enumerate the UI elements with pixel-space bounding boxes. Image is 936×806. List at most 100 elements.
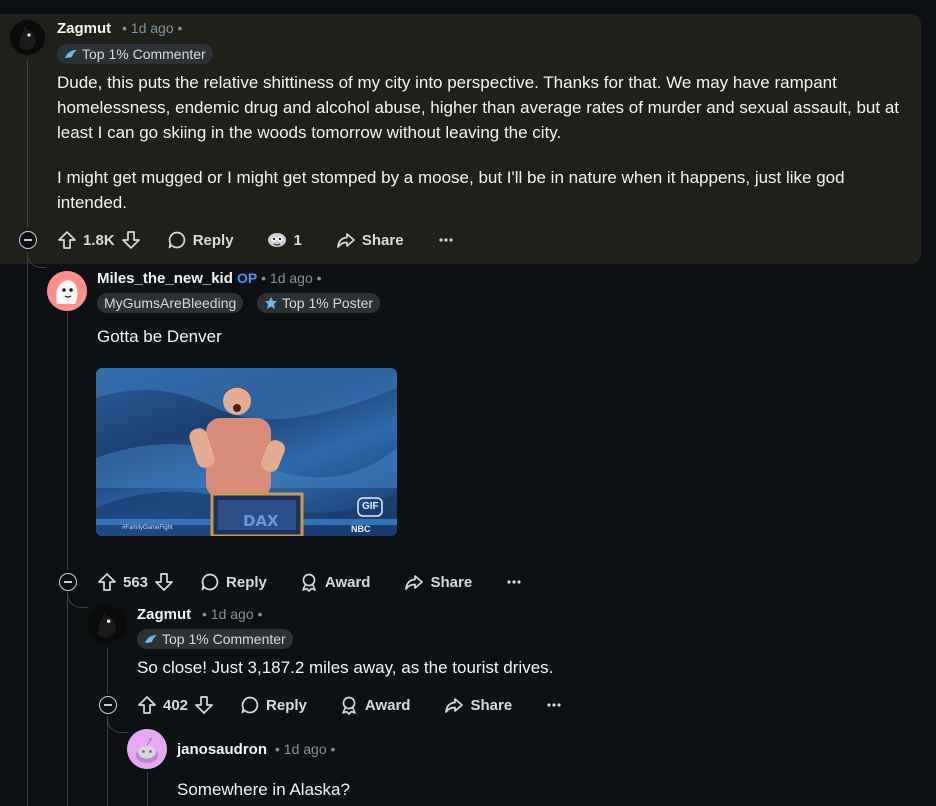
award-button[interactable]: 1 <box>266 230 302 250</box>
collapse-icon[interactable] <box>99 696 117 714</box>
share-button[interactable]: Share <box>336 230 404 250</box>
user-flair: MyGumsAreBleeding <box>97 293 244 313</box>
thread-line <box>107 648 108 694</box>
more-options-button[interactable] <box>546 702 562 708</box>
comment-body-paragraph: I might get mugged or I might get stompe… <box>57 168 845 212</box>
more-options-button[interactable] <box>438 237 454 243</box>
downvote-icon[interactable] <box>121 230 141 250</box>
more-dots-icon <box>438 237 454 243</box>
reply-label: Reply <box>266 696 307 714</box>
comment-action-bar: 402 Reply Award Share <box>137 690 562 720</box>
comment-time: 1d ago <box>210 606 254 622</box>
reply-button[interactable]: Reply <box>167 230 234 250</box>
share-label: Share <box>361 231 404 249</box>
collapse-icon[interactable] <box>59 573 77 591</box>
thread-elbow <box>67 592 88 608</box>
thread-line <box>147 772 148 806</box>
award-label: Award <box>324 573 371 591</box>
comment-meta: • 1d ago • <box>202 606 263 622</box>
vote-count: 1.8K <box>83 231 115 249</box>
award-button[interactable]: Award <box>299 572 371 592</box>
gif-embed[interactable]: GIF DAX #FamilyGameFight NBC <box>96 368 397 536</box>
award-emoji-icon <box>266 230 288 250</box>
share-arrow-icon <box>404 572 424 592</box>
comment-body: Gotta be Denver <box>97 327 222 346</box>
thread-line <box>27 252 28 806</box>
avatar[interactable] <box>88 605 126 643</box>
gif-scene <box>96 368 397 536</box>
flair-label: Top 1% Commenter <box>162 631 286 647</box>
comment-body: Somewhere in Alaska? <box>177 780 350 799</box>
comment-meta: OP • 1d ago • <box>237 270 322 286</box>
award-button[interactable]: Award <box>339 695 411 715</box>
share-arrow-icon <box>336 230 356 250</box>
comment-body: So close! Just 3,187.2 miles away, as th… <box>137 658 554 677</box>
comment-action-bar: 1.8K Reply 1 Share <box>57 225 454 255</box>
comment-meta: • 1d ago • <box>122 20 183 36</box>
collapse-icon[interactable] <box>19 231 37 249</box>
thread-line <box>67 592 68 806</box>
podium-name: DAX <box>243 512 279 530</box>
top-commenter-icon <box>64 48 78 60</box>
avatar[interactable] <box>127 729 167 769</box>
vote-group: 402 <box>137 695 214 715</box>
reply-label: Reply <box>192 231 234 249</box>
vote-group: 1.8K <box>57 230 141 250</box>
upvote-icon[interactable] <box>57 230 77 250</box>
downvote-icon[interactable] <box>194 695 214 715</box>
comment-time: 1d ago <box>283 741 327 757</box>
comment-author[interactable]: Zagmut <box>57 20 111 37</box>
share-button[interactable]: Share <box>404 572 472 592</box>
thread-elbow <box>107 716 128 733</box>
flair-label: Top 1% Commenter <box>82 46 206 62</box>
comment-author[interactable]: Zagmut <box>137 606 191 623</box>
vote-count: 402 <box>163 696 189 714</box>
op-badge: OP <box>237 270 258 286</box>
more-options-button[interactable] <box>506 579 522 585</box>
share-label: Share <box>430 573 473 591</box>
reply-button[interactable]: Reply <box>240 695 307 715</box>
comment-action-bar: 563 Reply Award Share <box>97 567 522 597</box>
comment-time: 1d ago <box>269 270 313 286</box>
upvote-icon[interactable] <box>97 572 117 592</box>
comment-author[interactable]: Miles_the_new_kid <box>97 270 233 287</box>
thread-line <box>107 716 108 806</box>
more-dots-icon <box>546 702 562 708</box>
share-arrow-icon <box>444 695 464 715</box>
top-commenter-flair: Top 1% Commenter <box>57 44 213 64</box>
top-commenter-flair: Top 1% Commenter <box>137 629 293 649</box>
comment-meta: • 1d ago • <box>275 741 336 757</box>
gif-watermark: #FamilyGameFight <box>122 525 173 531</box>
top-commenter-icon <box>144 633 158 645</box>
reply-bubble-icon <box>167 230 187 250</box>
reply-bubble-icon <box>200 572 220 592</box>
share-button[interactable]: Share <box>444 695 512 715</box>
avatar[interactable] <box>10 20 45 55</box>
award-count: 1 <box>293 231 302 249</box>
top-poster-icon <box>264 296 278 310</box>
vote-group: 563 <box>97 572 174 592</box>
comment-author[interactable]: janosaudron <box>177 741 267 758</box>
award-label: Award <box>364 696 411 714</box>
reply-bubble-icon <box>240 695 260 715</box>
award-icon <box>299 572 319 592</box>
downvote-icon[interactable] <box>154 572 174 592</box>
comment-time: 1d ago <box>130 20 174 36</box>
reply-label: Reply <box>226 573 267 591</box>
reply-button[interactable]: Reply <box>200 572 267 592</box>
comment-body-paragraph: Dude, this puts the relative shittiness … <box>57 73 900 142</box>
thread-line <box>27 60 28 227</box>
flair-label: Top 1% Poster <box>282 295 374 311</box>
upvote-icon[interactable] <box>137 695 157 715</box>
top-poster-flair: Top 1% Poster <box>257 293 381 313</box>
vote-count: 563 <box>123 573 149 591</box>
thread-elbow <box>27 252 46 268</box>
share-label: Share <box>470 696 513 714</box>
network-logo: NBC <box>351 524 371 534</box>
gif-badge: GIF <box>362 501 379 512</box>
user-flair-label: MyGumsAreBleeding <box>104 295 237 311</box>
avatar[interactable] <box>47 271 87 311</box>
award-icon <box>339 695 359 715</box>
more-dots-icon <box>506 579 522 585</box>
thread-line <box>67 312 68 570</box>
